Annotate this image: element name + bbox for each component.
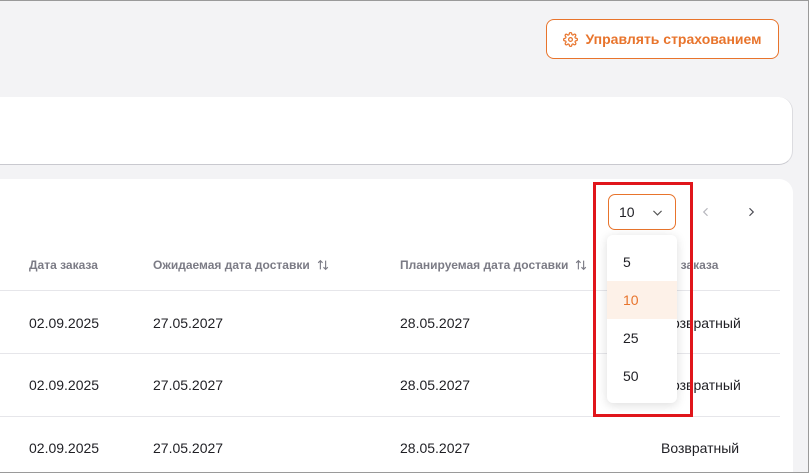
cell-order-type: Возвратный	[661, 440, 740, 456]
page-size-option-25[interactable]: 25	[607, 319, 677, 357]
manage-insurance-label: Управлять страхованием	[585, 31, 762, 47]
cell-planned-delivery: 28.05.2027	[400, 377, 471, 393]
cell-planned-delivery: 28.05.2027	[400, 315, 471, 331]
page-size-option-5[interactable]: 5	[607, 243, 677, 281]
manage-insurance-button[interactable]: Управлять страхованием	[546, 19, 779, 59]
cell-planned-delivery: 28.05.2027	[400, 440, 471, 456]
page-size-select[interactable]: 10	[608, 194, 676, 230]
column-header-expected-delivery[interactable]: Ожидаемая дата доставки	[153, 258, 330, 272]
column-header-planned-delivery[interactable]: Планируемая дата доставки	[400, 258, 588, 272]
cell-order-type: озвратный	[672, 377, 741, 393]
sort-icon[interactable]	[574, 258, 588, 272]
page-size-option-10[interactable]: 10	[607, 281, 677, 319]
chevron-left-icon	[702, 207, 708, 217]
cell-order-type: озвратный	[672, 315, 741, 331]
filter-panel	[0, 97, 793, 165]
page-size-value: 10	[619, 204, 635, 220]
chevron-down-icon	[652, 209, 662, 216]
cell-order-date: 02.09.2025	[29, 315, 100, 331]
page-size-dropdown: 5 10 25 50	[607, 235, 677, 403]
cell-order-date: 02.09.2025	[29, 377, 100, 393]
column-header-order-date[interactable]: Дата заказа	[29, 258, 98, 272]
page-size-option-50[interactable]: 50	[607, 357, 677, 395]
prev-page-button[interactable]	[694, 200, 718, 224]
cell-order-date: 02.09.2025	[29, 440, 100, 456]
gear-icon	[563, 31, 579, 47]
cell-expected-delivery: 27.05.2027	[153, 440, 224, 456]
chevron-right-icon	[749, 207, 755, 217]
sort-icon[interactable]	[316, 258, 330, 272]
cell-expected-delivery: 27.05.2027	[153, 315, 224, 331]
next-page-button[interactable]	[739, 200, 763, 224]
column-header-order-type[interactable]: п заказа	[670, 258, 718, 272]
table-divider	[0, 416, 780, 417]
cell-expected-delivery: 27.05.2027	[153, 377, 224, 393]
